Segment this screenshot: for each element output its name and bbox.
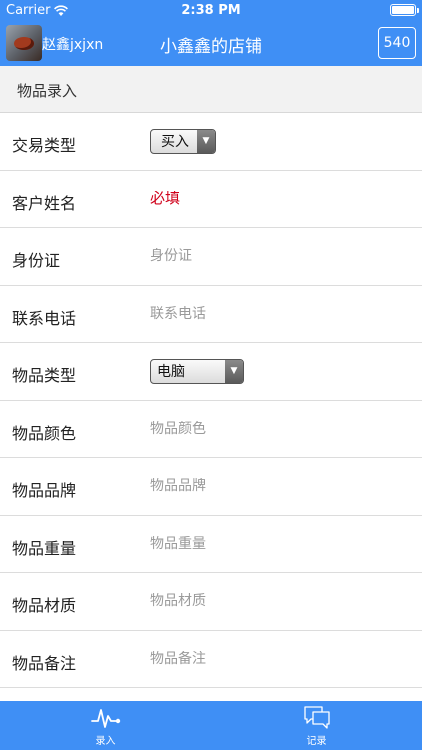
trade-type-select[interactable]: 买入 ▼ <box>150 128 216 154</box>
note-label: 物品备注 <box>12 653 77 673</box>
trade-type-row: 交易类型 买入 ▼ <box>0 113 422 171</box>
count-badge-button[interactable]: 540 <box>378 27 416 59</box>
item-entry-form: 交易类型 买入 ▼ 客户姓名 身份证 联系电话 物品类型 电脑 ▼ <box>0 113 422 688</box>
color-row: 物品颜色 <box>0 401 422 458</box>
page-title: 小鑫鑫的店铺 <box>160 37 262 57</box>
material-row: 物品材质 <box>0 573 422 631</box>
id-card-row: 身份证 <box>0 228 422 286</box>
brand-row: 物品品牌 <box>0 458 422 516</box>
weight-row: 物品重量 <box>0 516 422 573</box>
dropdown-arrow-icon: ▼ <box>225 359 243 383</box>
item-type-select[interactable]: 电脑 ▼ <box>150 358 244 384</box>
color-label: 物品颜色 <box>12 423 77 443</box>
phone-input[interactable] <box>150 305 390 322</box>
phone-row: 联系电话 <box>0 286 422 343</box>
color-input[interactable] <box>150 420 390 437</box>
weight-input[interactable] <box>150 535 390 552</box>
battery-icon <box>390 4 419 16</box>
tab-records[interactable]: 记录 <box>211 701 422 750</box>
section-header: 物品录入 <box>0 66 422 113</box>
item-type-value: 电脑 <box>157 364 185 381</box>
id-card-label: 身份证 <box>12 251 61 270</box>
section-title: 物品录入 <box>17 82 78 100</box>
phone-label: 联系电话 <box>12 308 77 328</box>
note-row: 物品备注 <box>0 631 422 688</box>
brand-label: 物品品牌 <box>12 481 77 500</box>
status-bar: Carrier 2:38 PM <box>0 0 422 22</box>
customer-name-input[interactable] <box>150 190 390 207</box>
customer-name-row: 客户姓名 <box>0 171 422 228</box>
tab-entry[interactable]: 录入 <box>0 701 211 750</box>
note-input[interactable] <box>150 650 390 667</box>
trade-type-label: 交易类型 <box>12 136 77 155</box>
pulse-icon <box>90 709 120 728</box>
dropdown-arrow-icon: ▼ <box>197 129 215 153</box>
item-type-label: 物品类型 <box>12 366 77 385</box>
status-time: 2:38 PM <box>181 3 241 18</box>
trade-type-value: 买入 <box>161 134 189 151</box>
nav-bar: 赵鑫jxjxn 小鑫鑫的店铺 540 <box>0 22 422 66</box>
material-input[interactable] <box>150 593 390 610</box>
customer-name-label: 客户姓名 <box>12 193 77 213</box>
material-label: 物品材质 <box>12 596 77 615</box>
brand-input[interactable] <box>150 478 390 495</box>
tab-records-label: 记录 <box>306 736 327 747</box>
tab-bar: 录入 记录 <box>0 701 422 750</box>
id-card-input[interactable] <box>150 248 390 265</box>
weight-label: 物品重量 <box>12 538 77 558</box>
tab-entry-label: 录入 <box>95 736 116 747</box>
chat-bubbles-icon <box>303 706 330 729</box>
item-type-row: 物品类型 电脑 ▼ <box>0 343 422 401</box>
